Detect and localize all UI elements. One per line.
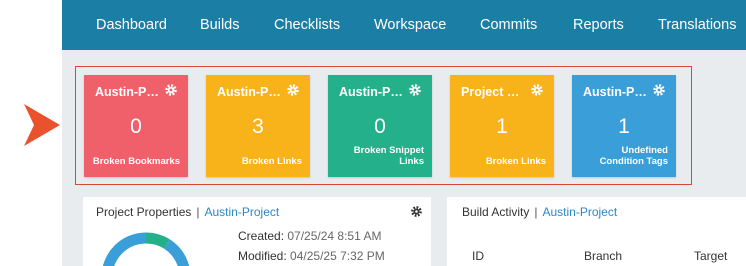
tile-project-name: Austin-Pr... <box>217 85 281 99</box>
project-status-donut <box>102 232 190 266</box>
panel-title: Project Properties <box>96 205 192 219</box>
tab-workspace[interactable]: Workspace <box>374 0 446 50</box>
modified-value: 04/25/25 7:32 PM <box>290 249 385 263</box>
tile-project-name: Austin-Pr... <box>583 85 647 99</box>
tile-label: Broken Bookmarks <box>92 156 180 167</box>
tile-count: 0 <box>130 115 142 138</box>
tile-count: 0 <box>374 115 386 138</box>
tile-label: Broken Snippet Links <box>353 145 424 167</box>
tile-project-broken-links[interactable]: Project O... 1 Broken Links <box>450 75 554 177</box>
callout-arrow-icon <box>24 104 60 146</box>
panel-header: Project Properties | Austin-Project <box>96 205 279 219</box>
tab-commits[interactable]: Commits <box>480 0 537 50</box>
tile-project-name: Project O... <box>461 85 525 99</box>
title-separator: | <box>196 205 200 219</box>
tile-broken-snippet-links[interactable]: Austin-Pr... 0 Broken Snippet Links <box>328 75 432 177</box>
tile-undefined-condition-tags[interactable]: Austin-Pr... 1 Undefined Condition Tags <box>572 75 676 177</box>
gear-icon[interactable] <box>652 83 666 97</box>
column-header-id[interactable]: ID <box>472 249 484 263</box>
tab-builds[interactable]: Builds <box>200 0 240 50</box>
tab-checklists[interactable]: Checklists <box>274 0 340 50</box>
project-link[interactable]: Austin-Project <box>205 205 280 219</box>
tile-count: 1 <box>618 115 630 138</box>
panel-title: Build Activity <box>462 205 530 219</box>
dashboard-tiles-highlight: Austin-Pr... 0 Broken Bookmarks Austin-P… <box>75 66 692 185</box>
tab-reports[interactable]: Reports <box>573 0 624 50</box>
gear-icon[interactable] <box>530 83 544 97</box>
gear-icon[interactable] <box>286 83 300 97</box>
gear-icon[interactable] <box>164 83 178 97</box>
modified-label: Modified: <box>238 249 287 263</box>
tile-label: Broken Links <box>485 156 546 167</box>
tile-count: 3 <box>252 115 264 138</box>
modified-row: Modified: 04/25/25 7:32 PM <box>238 249 385 263</box>
app-window: Dashboard Builds Checklists Workspace Co… <box>62 0 746 266</box>
tile-broken-bookmarks[interactable]: Austin-Pr... 0 Broken Bookmarks <box>84 75 188 177</box>
tile-project-name: Austin-Pr... <box>95 85 159 99</box>
tile-count: 1 <box>496 115 508 138</box>
tab-dashboard[interactable]: Dashboard <box>96 0 167 50</box>
title-separator: | <box>534 205 538 219</box>
top-navigation-bar: Dashboard Builds Checklists Workspace Co… <box>62 0 746 50</box>
column-header-target[interactable]: Target <box>694 249 727 263</box>
tab-translations[interactable]: Translations <box>658 0 736 50</box>
tile-label: Broken Links <box>241 156 302 167</box>
build-activity-panel: Build Activity | Austin-Project ID Branch … <box>447 197 746 266</box>
column-header-branch[interactable]: Branch <box>584 249 622 263</box>
project-properties-panel: Project Properties | Austin-Project Create… <box>83 197 431 266</box>
created-row: Created: 07/25/24 8:51 AM <box>238 229 381 243</box>
created-value: 07/25/24 8:51 AM <box>287 229 382 243</box>
project-link[interactable]: Austin-Project <box>542 205 617 219</box>
gear-icon[interactable] <box>410 205 423 218</box>
created-label: Created: <box>238 229 285 243</box>
panel-header: Build Activity | Austin-Project <box>462 205 617 219</box>
tile-project-name: Austin-Pr... <box>339 85 403 99</box>
gear-icon[interactable] <box>408 83 422 97</box>
tile-label: Undefined Condition Tags <box>599 145 668 167</box>
tile-broken-links[interactable]: Austin-Pr... 3 Broken Links <box>206 75 310 177</box>
